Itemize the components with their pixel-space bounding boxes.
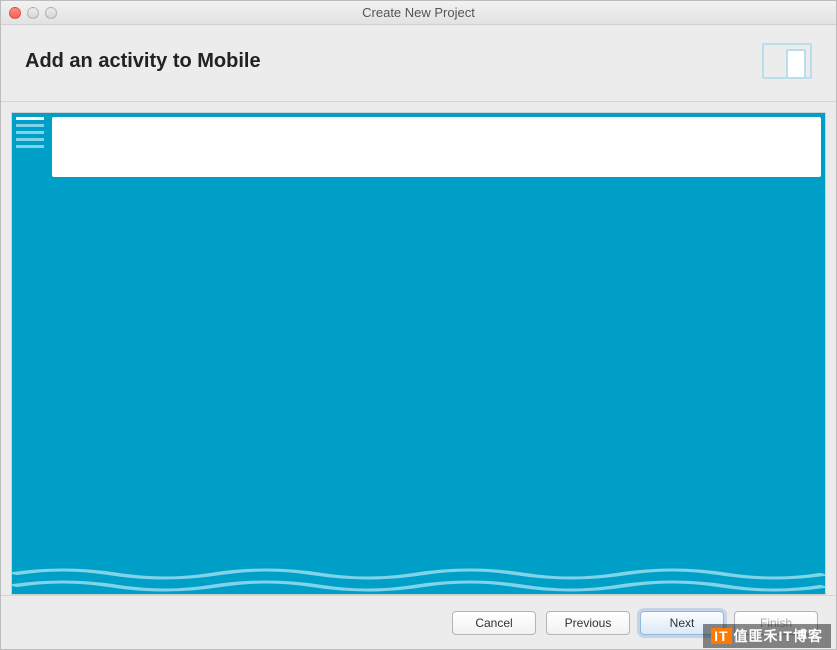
template-gallery: Add No Activity ∿∿∿∿ Blank Activity ∿∿∿∿… <box>11 112 826 595</box>
finish-button[interactable]: Finish <box>734 611 818 635</box>
page-title: Add an activity to Mobile <box>25 50 261 73</box>
cancel-button[interactable]: Cancel <box>452 611 536 635</box>
wizard-footer: Cancel Previous Next Finish <box>1 595 836 649</box>
form-factor-icon <box>762 43 812 79</box>
template-master-detail-flow[interactable]: Master/Detail Flow <box>622 329 825 545</box>
titlebar: Create New Project <box>1 1 836 25</box>
next-button[interactable]: Next <box>640 611 724 635</box>
template-thumb <box>643 343 803 469</box>
project-wizard-window: Create New Project Add an activity to Mo… <box>0 0 837 650</box>
previous-button[interactable]: Previous <box>546 611 630 635</box>
window-title: Create New Project <box>1 5 836 20</box>
wizard-header: Add an activity to Mobile <box>1 25 836 102</box>
